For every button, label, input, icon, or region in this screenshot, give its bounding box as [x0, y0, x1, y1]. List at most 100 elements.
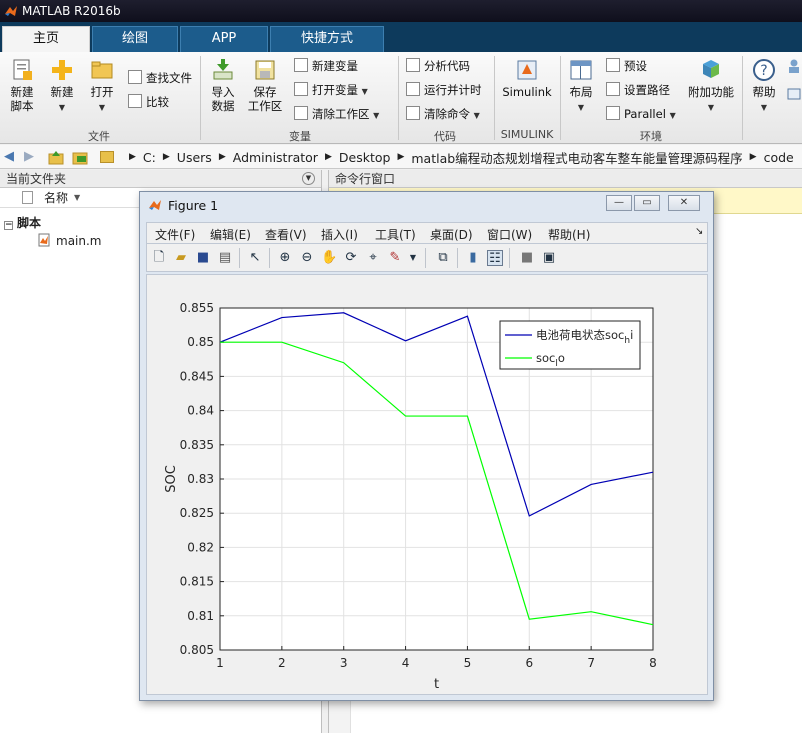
- link-plot-icon[interactable]: ⧉: [435, 250, 451, 266]
- breadcrumb-item[interactable]: code: [764, 150, 794, 165]
- breadcrumb-item[interactable]: Desktop: [339, 150, 391, 165]
- analyze-code-button[interactable]: 分析代码: [406, 56, 470, 76]
- tab-apps[interactable]: APP: [180, 26, 268, 52]
- menu-edit[interactable]: 编辑(E): [210, 226, 251, 243]
- run-and-time-button[interactable]: 运行并计时: [406, 80, 482, 100]
- new-figure-icon[interactable]: 🗋: [151, 250, 167, 266]
- tab-plots[interactable]: 绘图: [92, 26, 178, 52]
- breadcrumb-item[interactable]: matlab编程动态规划增程式电动客车整车能量管理源码程序: [411, 148, 742, 167]
- x-tick-label: 1: [216, 656, 224, 670]
- y-tick-label: 0.82: [187, 540, 214, 554]
- simulink-button[interactable]: Simulink: [502, 58, 552, 99]
- minimize-button[interactable]: —: [606, 195, 632, 211]
- chevron-right-icon: ▶: [218, 152, 226, 162]
- legend-icon[interactable]: ☷: [487, 250, 503, 266]
- menu-view[interactable]: 查看(V): [265, 226, 307, 243]
- x-tick-label: 3: [340, 656, 348, 670]
- import-data-button[interactable]: 导入 数据: [206, 58, 240, 113]
- zoom-in-icon[interactable]: ⊕: [277, 250, 293, 266]
- preferences-button[interactable]: 预设: [606, 56, 647, 76]
- file-item-main[interactable]: main.m: [38, 233, 102, 248]
- new-button[interactable]: 新建 ▼: [46, 58, 78, 115]
- print-icon[interactable]: ▤: [217, 250, 233, 266]
- panel-menu-icon[interactable]: ▼: [302, 172, 315, 185]
- figure-window[interactable]: Figure 1 — ▭ ✕ 文件(F) 编辑(E) 查看(V) 插入(I) 工…: [139, 191, 714, 701]
- help-button[interactable]: ? 帮助 ▼: [748, 58, 780, 115]
- x-tick-label: 4: [402, 656, 410, 670]
- folder-open-icon: [91, 61, 113, 79]
- plus-icon: [52, 60, 72, 80]
- y-tick-label: 0.855: [180, 301, 214, 315]
- set-path-button[interactable]: 设置路径: [606, 80, 670, 100]
- pointer-icon[interactable]: ↖: [247, 250, 263, 266]
- open-file-icon[interactable]: ▰: [173, 250, 189, 266]
- menu-desktop[interactable]: 桌面(D): [430, 226, 473, 243]
- app-title-bar: MATLAB R2016b: [0, 0, 802, 22]
- addons-button[interactable]: 附加功能 ▼: [688, 58, 734, 115]
- breadcrumb-item[interactable]: Users: [177, 150, 212, 165]
- menu-tools[interactable]: 工具(T): [375, 226, 416, 243]
- data-cursor-icon[interactable]: ⌖: [365, 250, 381, 266]
- x-tick-label: 8: [649, 656, 657, 670]
- new-script-button[interactable]: 新建 脚本: [6, 58, 38, 113]
- x-axis-label: t: [434, 677, 439, 692]
- save-icon[interactable]: ■: [195, 250, 211, 266]
- find-files-button[interactable]: 查找文件: [128, 68, 192, 88]
- request-support-icon[interactable]: [786, 86, 802, 102]
- close-button[interactable]: ✕: [668, 195, 700, 211]
- pan-hand-icon[interactable]: ✋: [321, 250, 337, 266]
- address-bar: ◀ ▶ ▶ C: ▶ Users ▶ Administrator ▶ Deskt…: [0, 145, 802, 169]
- hide-plot-tools-icon[interactable]: ■: [519, 250, 535, 266]
- y-tick-label: 0.815: [180, 575, 214, 589]
- parallel-button[interactable]: Parallel ▼: [606, 104, 676, 124]
- collapse-icon[interactable]: −: [4, 221, 13, 230]
- menu-insert[interactable]: 插入(I): [321, 226, 358, 243]
- layout-button[interactable]: 布局 ▼: [566, 58, 596, 115]
- open-variable-button[interactable]: 打开变量 ▼: [294, 80, 368, 100]
- group-label-code: 代码: [434, 130, 456, 143]
- chevron-down-icon: ▼: [707, 103, 715, 112]
- line-chart[interactable]: 1 2 3 4 5 6 7 8 0.805 0.81 0.815 0.82 0.825 0.83 0.835…: [147, 275, 707, 694]
- figure-menu-bar: 文件(F) 编辑(E) 查看(V) 插入(I) 工具(T) 桌面(D) 窗口(W…: [146, 222, 708, 244]
- community-icon[interactable]: [786, 58, 802, 74]
- new-script-icon: [13, 59, 32, 80]
- figure-title-bar[interactable]: Figure 1 — ▭ ✕: [140, 192, 713, 218]
- up-folder-icon[interactable]: [48, 149, 64, 165]
- maximize-button[interactable]: ▭: [634, 195, 660, 211]
- file-type-icon: [22, 191, 33, 204]
- forward-arrow-icon[interactable]: ▶: [24, 149, 34, 164]
- sort-arrow-icon: ▼: [74, 193, 81, 202]
- new-variable-button[interactable]: 新建变量: [294, 56, 358, 76]
- open-button[interactable]: 打开 ▼: [86, 58, 118, 115]
- tab-shortcuts[interactable]: 快捷方式: [270, 26, 384, 52]
- chevron-down-icon: ▼: [98, 103, 106, 112]
- browse-folder-icon[interactable]: [72, 149, 88, 165]
- chevron-down-icon: ▼: [373, 111, 380, 120]
- compare-button[interactable]: 比较: [128, 92, 169, 112]
- clear-workspace-button[interactable]: 清除工作区 ▼: [294, 104, 379, 124]
- dock-arrow-icon[interactable]: ↘: [695, 226, 703, 237]
- show-plot-tools-icon[interactable]: ▣: [541, 250, 557, 266]
- toolbar-divider: [457, 248, 458, 268]
- script-group[interactable]: − 脚本: [4, 214, 41, 231]
- zoom-out-icon[interactable]: ⊖: [299, 250, 315, 266]
- set-path-icon: [606, 82, 620, 96]
- chevron-right-icon: ▶: [129, 152, 136, 162]
- breadcrumb-item[interactable]: C:: [143, 150, 156, 165]
- matlab-logo-icon: [149, 200, 161, 210]
- rotate-3d-icon[interactable]: ⟳: [343, 250, 359, 266]
- chevron-down-icon[interactable]: ▼: [405, 250, 421, 266]
- clear-commands-button[interactable]: 清除命令 ▼: [406, 104, 480, 124]
- y-tick-label: 0.805: [180, 643, 214, 657]
- tab-home[interactable]: 主页: [2, 26, 90, 52]
- colorbar-icon[interactable]: ▮: [465, 250, 481, 266]
- save-workspace-button[interactable]: 保存 工作区: [246, 58, 284, 113]
- figure-canvas[interactable]: 1 2 3 4 5 6 7 8 0.805 0.81 0.815 0.82 0.825 0.83 0.835…: [146, 274, 708, 695]
- brush-icon[interactable]: ✎: [387, 250, 403, 266]
- menu-file[interactable]: 文件(F): [155, 226, 195, 243]
- breadcrumb-item[interactable]: Administrator: [233, 150, 318, 165]
- menu-window[interactable]: 窗口(W): [487, 226, 532, 243]
- menu-help[interactable]: 帮助(H): [548, 226, 590, 243]
- back-arrow-icon[interactable]: ◀: [4, 149, 14, 164]
- group-label-variable: 变量: [289, 130, 311, 143]
